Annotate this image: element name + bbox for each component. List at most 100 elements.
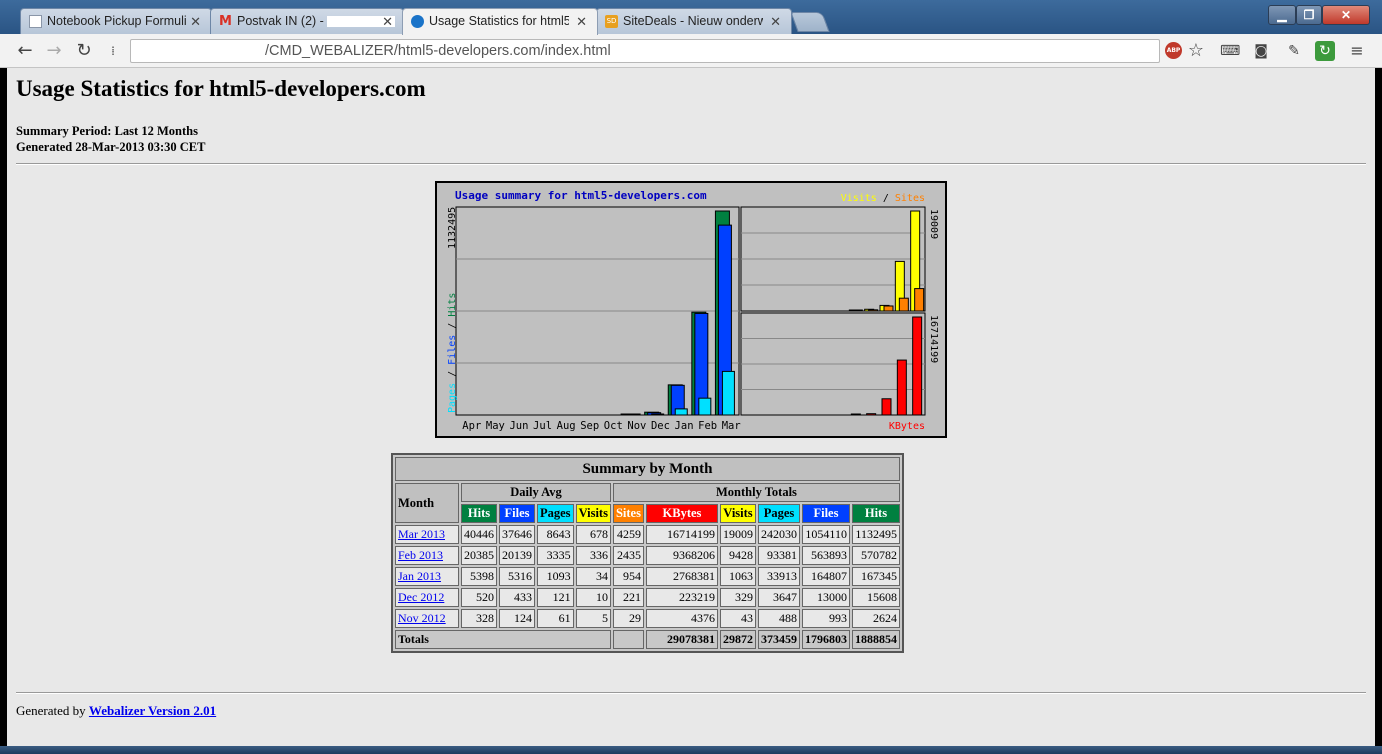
x-tick-label: Aug: [557, 420, 576, 432]
value-cell: 61: [537, 609, 574, 628]
reload-button[interactable]: ↻: [73, 40, 95, 62]
new-tab-button[interactable]: [790, 12, 830, 32]
value-cell: 167345: [851, 567, 900, 586]
gmail-icon: M: [219, 14, 232, 29]
forward-button[interactable]: →: [43, 40, 65, 62]
value-cell: 1132495: [851, 525, 900, 544]
x-tick-label: Sep: [580, 420, 599, 432]
value-cell: 2435: [612, 546, 644, 565]
x-tick-label: May: [486, 420, 505, 432]
column-header-sites: Sites: [612, 504, 644, 523]
month-cell: Nov 2012: [395, 609, 459, 628]
value-cell: 43: [719, 609, 756, 628]
close-icon[interactable]: ✕: [382, 14, 393, 30]
month-link[interactable]: Feb 2013: [398, 548, 443, 562]
tab-notebook-pickup[interactable]: Notebook Pickup Formuli ✕: [20, 8, 212, 34]
value-cell: 520: [461, 588, 497, 607]
daily-avg-header: Daily Avg: [461, 483, 611, 502]
bar-sites: [883, 305, 894, 312]
table-row: Feb 2013 20385 20139 3335 336 2435 9368206 9428…: [395, 546, 900, 565]
x-tick-label: Jun: [509, 420, 528, 432]
drag-handle-icon: ⁞: [111, 44, 115, 58]
value-cell: 121: [537, 588, 574, 607]
value-cell: 488: [757, 609, 800, 628]
bar-kbytes: [881, 398, 892, 416]
back-button[interactable]: ←: [14, 40, 36, 62]
bar-sites: [852, 309, 863, 312]
camera-icon[interactable]: ◙: [1251, 41, 1271, 61]
column-header-files: Files: [801, 504, 850, 523]
value-cell: 37646: [499, 525, 535, 544]
y-max-label: 16714199: [928, 315, 939, 363]
x-tick-label: Feb: [698, 420, 717, 432]
address-bar[interactable]: /CMD_WEBALIZER/html5-developers.com/inde…: [130, 39, 1160, 63]
close-icon[interactable]: ✕: [190, 14, 201, 30]
bar-pages: [674, 408, 688, 416]
extension-icon[interactable]: ↻: [1315, 41, 1335, 61]
value-cell: 223219: [645, 588, 718, 607]
bar-pages: [651, 413, 665, 416]
browser-titlebar: Notebook Pickup Formuli ✕ M Postvak IN (…: [0, 0, 1382, 35]
adblock-icon[interactable]: ABP: [1165, 42, 1182, 59]
bar-pages: [721, 370, 735, 416]
maximize-button[interactable]: ❐: [1296, 5, 1322, 25]
month-link[interactable]: Dec 2012: [398, 590, 444, 604]
bar-kbytes: [896, 359, 907, 416]
bar-sites: [914, 288, 925, 312]
table-title: Summary by Month: [395, 457, 900, 481]
value-cell: 20385: [461, 546, 497, 565]
bar-pages: [627, 413, 641, 416]
star-icon[interactable]: ☆: [1186, 41, 1206, 61]
value-cell: 329: [719, 588, 756, 607]
month-link[interactable]: Mar 2013: [398, 527, 445, 541]
month-link[interactable]: Jan 2013: [398, 569, 441, 583]
value-cell: 5: [575, 609, 611, 628]
value-cell: 8643: [537, 525, 574, 544]
value-cell: 1054110: [801, 525, 850, 544]
column-header-files: Files: [499, 504, 535, 523]
eyedropper-icon[interactable]: ✎: [1284, 41, 1304, 61]
webalizer-link[interactable]: Webalizer Version 2.01: [89, 703, 216, 718]
chart-svg: Usage summary for html5-developers.com Ap…: [447, 189, 939, 432]
value-cell: 4259: [612, 525, 644, 544]
table-row: Nov 2012 328 124 61 5 29 4376 43 488 993 2624: [395, 609, 900, 628]
x-tick-label: Apr: [462, 420, 481, 432]
totals-files: 1796803: [801, 630, 850, 649]
value-cell: 15608: [851, 588, 900, 607]
value-cell: 20139: [499, 546, 535, 565]
tab-gmail[interactable]: M Postvak IN (2) - ✕: [210, 8, 404, 34]
footer: Generated by Webalizer Version 2.01: [16, 703, 216, 719]
value-cell: 433: [499, 588, 535, 607]
windows-taskbar: [0, 746, 1382, 754]
month-cell: Dec 2012: [395, 588, 459, 607]
x-tick-label: Dec: [651, 420, 670, 432]
totals-label: Totals: [395, 630, 611, 649]
close-icon[interactable]: ✕: [576, 14, 587, 30]
close-icon[interactable]: ✕: [770, 14, 781, 30]
value-cell: 93381: [757, 546, 800, 565]
bar-sites: [898, 297, 909, 312]
footer-text: Generated by: [16, 703, 86, 718]
value-cell: 5316: [499, 567, 535, 586]
value-cell: 16714199: [645, 525, 718, 544]
month-link[interactable]: Nov 2012: [398, 611, 446, 625]
column-header-pages: Pages: [757, 504, 800, 523]
bar-pages: [698, 397, 712, 416]
menu-icon[interactable]: ≡: [1347, 41, 1367, 61]
sitedeals-icon: SD: [605, 15, 618, 28]
divider: [16, 692, 1366, 694]
minimize-button[interactable]: ▁: [1268, 5, 1296, 25]
column-header-pages: Pages: [537, 504, 574, 523]
keyboard-icon[interactable]: ⌨: [1220, 41, 1240, 61]
close-window-button[interactable]: ✕: [1322, 5, 1370, 25]
value-cell: 570782: [851, 546, 900, 565]
table-row: Mar 2013 40446 37646 8643 678 4259 16714199 190…: [395, 525, 900, 544]
bar-kbytes: [850, 413, 861, 416]
tab-sitedeals[interactable]: SD SiteDeals - Nieuw onderw ✕: [596, 8, 792, 34]
tab-usage-statistics[interactable]: Usage Statistics for html5- ✕: [402, 8, 598, 35]
column-header-visits: Visits: [575, 504, 611, 523]
value-cell: 242030: [757, 525, 800, 544]
usage-summary-chart: Usage summary for html5-developers.com Ap…: [435, 181, 947, 438]
y-max-label: 1132495: [447, 207, 458, 249]
value-cell: 34: [575, 567, 611, 586]
